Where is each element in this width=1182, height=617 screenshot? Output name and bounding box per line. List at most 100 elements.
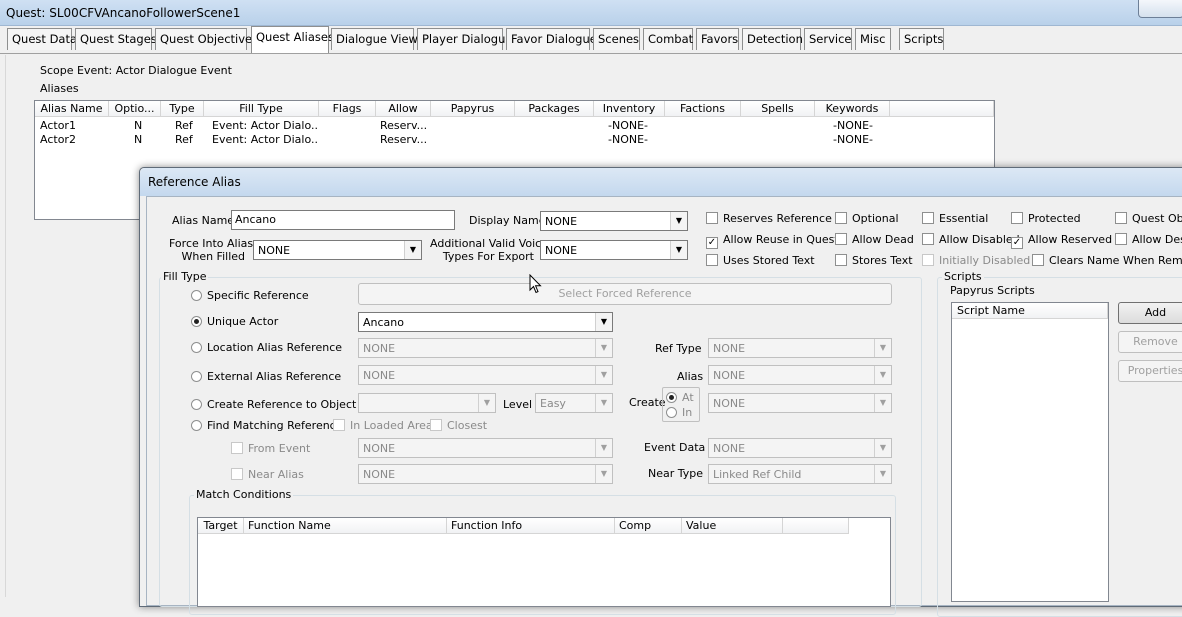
clears-name-label: Clears Name When Remove: [1049, 254, 1182, 267]
col-value[interactable]: Value: [682, 518, 783, 534]
near-alias-select[interactable]: NONE ▼: [358, 464, 613, 484]
tab-combat[interactable]: Combat: [643, 28, 693, 50]
specific-reference-radio[interactable]: Specific Reference: [191, 289, 309, 302]
from-event-checkbox[interactable]: From Event: [231, 442, 310, 455]
add-script-button[interactable]: Add: [1118, 302, 1182, 324]
near-alias-checkbox[interactable]: Near Alias: [231, 468, 304, 481]
allow-reuse-checkbox[interactable]: ✓ Allow Reuse in Quest: [706, 233, 839, 249]
col-inventory[interactable]: Inventory: [594, 101, 665, 117]
event-data-select[interactable]: NONE ▼: [708, 438, 892, 458]
tab-scenes[interactable]: Scenes: [593, 28, 640, 50]
col-spells[interactable]: Spells: [741, 101, 815, 117]
stores-text-checkbox[interactable]: Stores Text: [835, 254, 913, 267]
tab-quest-data[interactable]: Quest Data: [7, 28, 77, 50]
select-forced-reference-button[interactable]: Select Forced Reference: [358, 283, 892, 305]
location-alias-select[interactable]: NONE ▼: [358, 338, 613, 358]
table-row[interactable]: Actor1 N Ref Event: Actor Dialo... Reser…: [35, 119, 994, 133]
unique-actor-radio[interactable]: Unique Actor: [191, 315, 278, 328]
tab-detection[interactable]: Detection: [742, 28, 803, 50]
tab-player-dialogue[interactable]: Player Dialogue: [417, 28, 512, 50]
level-value: Easy: [540, 397, 566, 410]
alias-name-input[interactable]: Ancano: [231, 210, 455, 230]
tab-favors[interactable]: Favors: [696, 28, 739, 50]
level-select[interactable]: Easy ▼: [535, 393, 613, 413]
col-papyrus[interactable]: Papyrus: [431, 101, 515, 117]
col-allow[interactable]: Allow: [376, 101, 431, 117]
tab-service[interactable]: Service: [804, 28, 852, 50]
dialog-body: Alias Name Ancano Display Name NONE ▼ Fo…: [146, 196, 1182, 617]
external-alias-reference-radio[interactable]: External Alias Reference: [191, 370, 341, 383]
create-in-radio[interactable]: In: [666, 406, 692, 419]
external-alias-select[interactable]: NONE ▼: [358, 365, 613, 385]
cell: Event: Actor Dialo...: [212, 119, 317, 132]
reserves-reference-label: Reserves Reference: [723, 212, 832, 225]
optional-checkbox[interactable]: Optional: [835, 212, 899, 225]
tab-misc[interactable]: Misc: [855, 28, 891, 50]
col-type[interactable]: Type: [161, 101, 204, 117]
initially-disabled-checkbox[interactable]: Initially Disabled: [922, 254, 1030, 267]
tab-favor-dialogue[interactable]: Favor Dialogue: [506, 28, 597, 50]
force-into-select[interactable]: NONE ▼: [253, 240, 422, 260]
unique-actor-select[interactable]: Ancano ▼: [358, 312, 613, 332]
col-factions[interactable]: Factions: [665, 101, 741, 117]
allow-disabled-checkbox[interactable]: Allow Disabled: [922, 233, 1020, 246]
allow-dead-checkbox[interactable]: Allow Dead: [835, 233, 914, 246]
tab-dialogue-views[interactable]: Dialogue Views: [331, 28, 424, 50]
scripts-list[interactable]: Script Name: [951, 302, 1109, 602]
col-fill-type[interactable]: Fill Type: [204, 101, 319, 117]
match-conditions-label: Match Conditions: [194, 488, 294, 501]
col-flags[interactable]: Flags: [319, 101, 376, 117]
create-reference-radio[interactable]: Create Reference to Object: [191, 398, 356, 411]
remove-script-button[interactable]: Remove: [1118, 331, 1182, 353]
minimize-button[interactable]: [1138, 0, 1182, 18]
uses-stored-text-checkbox[interactable]: Uses Stored Text: [706, 254, 815, 267]
create-at-radio[interactable]: At: [666, 391, 694, 404]
essential-checkbox[interactable]: Essential: [922, 212, 988, 225]
allow-destroyed-checkbox[interactable]: Allow Dest: [1115, 233, 1182, 246]
ref-type-select[interactable]: NONE ▼: [708, 338, 892, 358]
table-row[interactable]: Actor2 N Ref Event: Actor Dialo... Reser…: [35, 133, 994, 147]
voice-types-select[interactable]: NONE ▼: [540, 240, 688, 260]
optional-label: Optional: [852, 212, 899, 225]
location-alias-reference-radio[interactable]: Location Alias Reference: [191, 341, 342, 354]
reserves-reference-checkbox[interactable]: Reserves Reference: [706, 212, 832, 225]
match-conditions-list[interactable]: Target Function Name Function Info Comp …: [197, 517, 891, 607]
col-packages[interactable]: Packages: [515, 101, 594, 117]
display-name-select[interactable]: NONE ▼: [540, 211, 688, 231]
col-script-name[interactable]: Script Name: [952, 303, 1108, 319]
protected-checkbox[interactable]: Protected: [1011, 212, 1081, 225]
tab-quest-aliases[interactable]: Quest Aliases: [251, 26, 334, 53]
create-select[interactable]: NONE ▼: [708, 393, 892, 413]
create-at-in-group: At In: [662, 387, 700, 422]
find-matching-reference-radio[interactable]: Find Matching Reference: [191, 419, 343, 432]
col-target[interactable]: Target: [198, 518, 244, 534]
protected-label: Protected: [1028, 212, 1081, 225]
clears-name-checkbox[interactable]: Clears Name When Remove: [1032, 254, 1182, 267]
col-function-info[interactable]: Function Info: [447, 518, 615, 534]
col-optional[interactable]: Optio...: [109, 101, 161, 117]
dialog-titlebar[interactable]: Reference Alias: [140, 168, 1182, 196]
near-type-select[interactable]: Linked Ref Child ▼: [708, 464, 892, 484]
col-alias-name[interactable]: Alias Name: [35, 101, 109, 117]
tab-quest-objectives[interactable]: Quest Objectives: [155, 28, 258, 50]
dialog-title: Reference Alias: [148, 175, 241, 189]
allow-reserved-checkbox[interactable]: ✓ Allow Reserved: [1011, 233, 1112, 249]
voice-types-label-line1: Additional Valid Voice: [430, 237, 548, 250]
tab-scripts[interactable]: Scripts: [899, 28, 944, 50]
create-value: NONE: [713, 397, 746, 410]
location-alias-value: NONE: [363, 342, 396, 355]
col-keywords[interactable]: Keywords: [815, 101, 890, 117]
col-extra: [783, 518, 849, 534]
properties-button[interactable]: Properties: [1118, 360, 1182, 382]
in-loaded-area-checkbox[interactable]: In Loaded Area: [333, 419, 433, 432]
tab-quest-stages[interactable]: Quest Stages: [75, 28, 157, 50]
alias-select[interactable]: NONE ▼: [708, 365, 892, 385]
quest-object-checkbox[interactable]: Quest Obj: [1115, 212, 1182, 225]
col-function-name[interactable]: Function Name: [244, 518, 447, 534]
closest-checkbox[interactable]: Closest: [430, 419, 487, 432]
window-title: Quest: SL00CFVAncanoFollowerScene1: [6, 6, 241, 20]
create-ref-object-select[interactable]: ▼: [358, 393, 496, 413]
from-event-select[interactable]: NONE ▼: [358, 438, 613, 458]
mouse-cursor-icon: [529, 274, 542, 294]
col-comp[interactable]: Comp: [615, 518, 682, 534]
